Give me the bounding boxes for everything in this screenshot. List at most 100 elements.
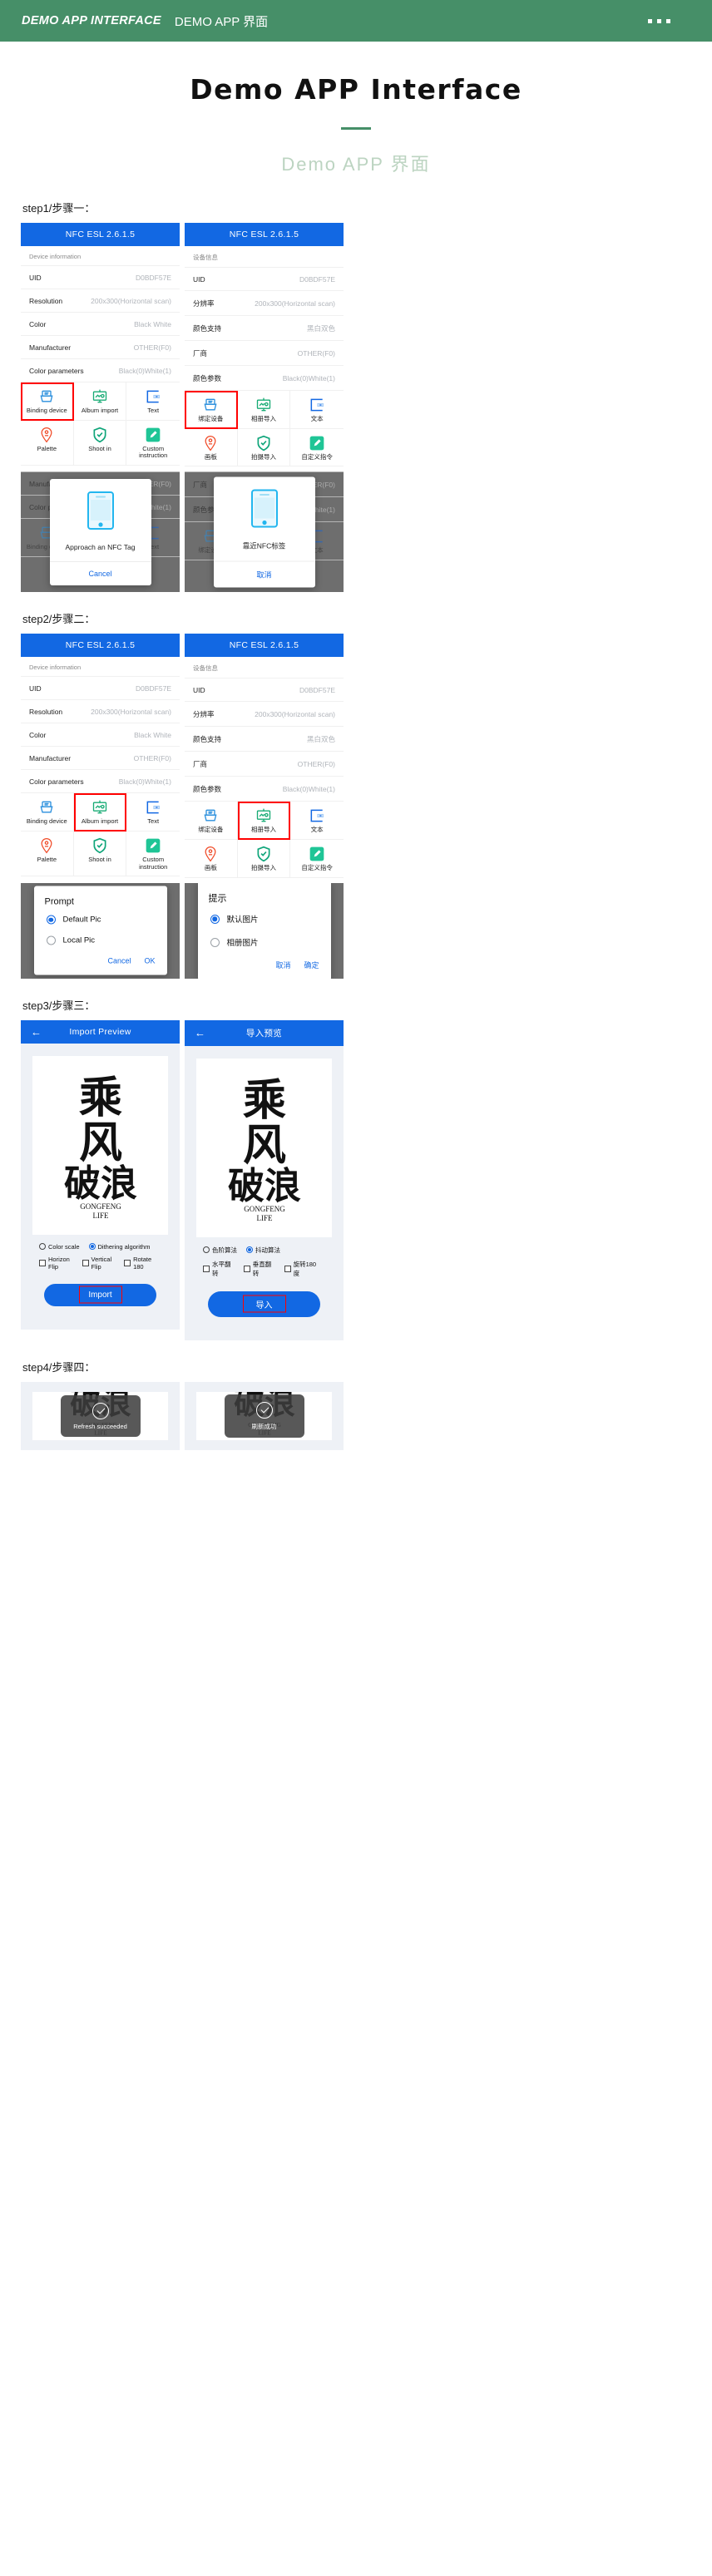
tile-binding-device[interactable]: Binding device: [21, 382, 74, 421]
preview-image: 乘 风 破浪 GONGFENG LIFE: [32, 1055, 168, 1235]
tile-palette[interactable]: Palette: [21, 420, 74, 466]
radio-indicator: [46, 915, 56, 925]
tile-album-import[interactable]: Album import: [73, 382, 127, 421]
tile-binding-device[interactable]: 绑定设备: [185, 802, 238, 840]
table-row: UID D0BDF57E: [21, 265, 180, 289]
calligraphy-image: 乘 风 破浪 GONGFENG LIFE: [64, 1073, 137, 1220]
tile-binding-device[interactable]: Binding device: [21, 793, 74, 832]
tile-shoot-in[interactable]: Shoot in: [73, 420, 127, 466]
row-key: UID: [29, 273, 42, 282]
text-box-icon: [146, 801, 161, 814]
row-key: 颜色参数: [193, 784, 222, 793]
tile-label: Shoot in: [88, 444, 111, 452]
tile-label: 文本: [310, 826, 324, 834]
toast-screen-en: 破浪 GONGFENG LIFE Refresh succeeded: [21, 1381, 180, 1450]
row-value: 黑白双色: [306, 323, 335, 333]
radio-label: 默认图片: [226, 915, 259, 925]
checkbox-rotate-180[interactable]: 旋转180度: [284, 1260, 319, 1278]
row-key: 厂商: [193, 759, 208, 768]
flip-checkbox-group: Horizon Flip Vertical Flip Rotate 180: [39, 1256, 161, 1271]
radio-color-scale[interactable]: 色阶算法: [203, 1246, 237, 1255]
tile-palette[interactable]: 画板: [185, 839, 238, 878]
tile-shoot-in[interactable]: Shoot in: [73, 831, 127, 877]
algorithm-radio-group: 色阶算法 抖动算法: [203, 1246, 325, 1255]
row-value: D0BDF57E: [299, 274, 335, 284]
arrow-left-icon[interactable]: ←: [195, 1028, 205, 1039]
toast-notification: Refresh succeeded: [60, 1394, 141, 1437]
monitor-wave-icon: [92, 389, 107, 403]
radio-dithering[interactable]: Dithering algorithm: [88, 1243, 150, 1251]
cancel-button[interactable]: 取消: [275, 960, 290, 970]
preview-title: 导入预览: [245, 1028, 283, 1039]
cancel-button[interactable]: 取消: [214, 561, 315, 587]
preview-header: ← 导入预览: [185, 1019, 344, 1046]
checkbox-label: Rotate 180: [133, 1255, 152, 1271]
radio-option-local-pic[interactable]: 相册图片: [198, 930, 331, 954]
phone-nfc-icon: [87, 491, 114, 530]
checkbox-rotate-180[interactable]: Rotate 180: [124, 1256, 156, 1271]
tile-custom-instruction[interactable]: Custom instruction: [126, 421, 180, 466]
radio-option-default-pic[interactable]: 默认图片: [198, 907, 331, 930]
tile-label: 绑定设备: [198, 415, 224, 422]
table-row: UID D0BDF57E: [185, 678, 344, 701]
table-row: 颜色支持 黑白双色: [185, 726, 344, 751]
tile-text[interactable]: 文本: [290, 802, 344, 840]
tile-label: 画板: [204, 863, 217, 871]
tile-text[interactable]: Text: [126, 382, 180, 421]
checkbox-indicator: [39, 1259, 46, 1266]
nfc-dialog-text: 靠近NFC标签: [242, 541, 286, 550]
nfc-dialog: 靠近NFC标签 取消: [213, 476, 315, 588]
row-value: D0BDF57E: [136, 683, 171, 693]
tile-custom-instruction[interactable]: Custom instruction: [126, 832, 180, 877]
cancel-button[interactable]: Cancel: [50, 562, 151, 585]
row-key: Color parameters: [29, 777, 84, 786]
tile-palette[interactable]: Palette: [21, 831, 74, 877]
import-button[interactable]: 导入: [208, 1290, 320, 1317]
topbar-title-en: DEMO APP INTERFACE: [22, 14, 161, 27]
tile-label: 拍摄导入: [250, 452, 276, 461]
shield-check-icon: [93, 427, 106, 442]
row-value: D0BDF57E: [299, 685, 335, 694]
tile-album-import[interactable]: 相册导入: [237, 802, 291, 840]
tile-label: Binding device: [26, 407, 67, 414]
checkbox-horizon-flip[interactable]: Horizon Flip: [39, 1256, 73, 1271]
table-row: 厂商 OTHER(F0): [185, 340, 344, 365]
printer-icon: [40, 801, 53, 813]
step4-screens: 破浪 GONGFENG LIFE Refresh succeeded 破浪 GO…: [21, 1381, 691, 1450]
tile-text[interactable]: Text: [126, 793, 180, 832]
more-dots-icon[interactable]: [648, 18, 690, 23]
ok-button[interactable]: 确定: [304, 960, 319, 970]
step3-screens: ← Import Preview 乘 风 破浪 GONGFENG LIFE Co…: [21, 1019, 691, 1340]
radio-option-default-pic[interactable]: Default Pic: [34, 910, 167, 930]
action-tile-grid-cn: 绑定设备 相册导入 文本 画板 拍摄导入 自定义指令: [185, 390, 344, 467]
tile-custom-instruction[interactable]: 自定义指令: [290, 429, 344, 467]
tile-shoot-in[interactable]: 拍摄导入: [237, 428, 291, 467]
row-value: OTHER(F0): [297, 759, 335, 768]
arrow-left-icon[interactable]: ←: [31, 1026, 42, 1037]
checkbox-vertical-flip[interactable]: 垂直翻转: [243, 1260, 275, 1278]
preview-header: ← Import Preview: [21, 1019, 180, 1044]
cancel-button[interactable]: Cancel: [107, 957, 131, 965]
checkbox-horizon-flip[interactable]: 水平翻转: [203, 1260, 235, 1278]
row-key: 颜色支持: [193, 323, 222, 333]
row-value: D0BDF57E: [136, 273, 171, 282]
tile-text[interactable]: 文本: [290, 391, 344, 429]
table-row: Manufacturer OTHER(F0): [21, 746, 180, 769]
radio-option-local-pic[interactable]: Local Pic: [34, 930, 167, 951]
step1-screens: NFC ESL 2.6.1.5 Device information UID D0…: [21, 223, 691, 467]
radio-dithering[interactable]: 抖动算法: [246, 1246, 280, 1255]
tile-palette[interactable]: 画板: [185, 428, 238, 467]
tile-binding-device[interactable]: 绑定设备: [185, 391, 238, 429]
import-button[interactable]: Import: [44, 1283, 156, 1306]
radio-color-scale[interactable]: Color scale: [39, 1243, 80, 1251]
tile-album-import[interactable]: 相册导入: [237, 391, 291, 429]
ok-button[interactable]: OK: [144, 957, 155, 965]
checkbox-label: 垂直翻转: [252, 1260, 272, 1277]
page-subtitle: Demo APP 界面: [281, 154, 431, 175]
tile-shoot-in[interactable]: 拍摄导入: [237, 839, 291, 878]
monitor-wave-icon: [256, 808, 271, 822]
tile-album-import[interactable]: Album import: [73, 793, 127, 832]
row-key: UID: [193, 274, 205, 284]
checkbox-vertical-flip[interactable]: Vertical Flip: [82, 1256, 116, 1271]
tile-custom-instruction[interactable]: 自定义指令: [290, 840, 344, 878]
